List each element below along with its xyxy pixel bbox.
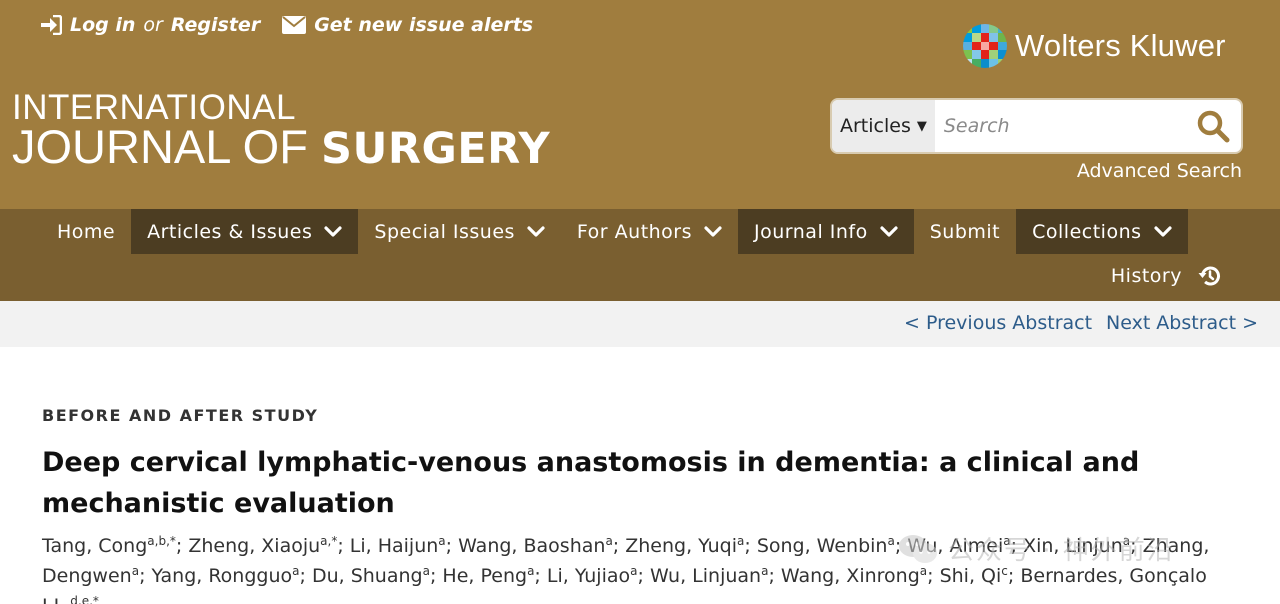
author-name[interactable]: Yang, Rongguo <box>152 565 293 587</box>
site-header: Log in or Register Get new issue alerts … <box>0 0 1280 209</box>
author-affiliation-marker: a <box>1122 534 1131 548</box>
history-icon <box>1198 266 1220 286</box>
search-input[interactable] <box>934 100 1185 152</box>
nav-item-collections[interactable]: Collections <box>1016 209 1188 254</box>
nav-item-label: Submit <box>929 220 1001 243</box>
author-affiliation-marker: c <box>1001 564 1008 578</box>
author-affiliation-marker: a <box>292 564 300 578</box>
author-name[interactable]: Wu, Linjuan <box>650 565 761 587</box>
issue-alerts-label[interactable]: Get new issue alerts <box>314 14 533 36</box>
history-label: History <box>1110 265 1182 287</box>
article-type: BEFORE AND AFTER STUDY <box>42 406 319 425</box>
search-scope-select[interactable]: Articles ▼ <box>832 100 935 152</box>
nav-item-journal-info[interactable]: Journal Info <box>738 209 914 254</box>
journal-logo-light: JOURNAL OF <box>12 120 308 173</box>
or-label: or <box>143 14 163 36</box>
nav-item-label: Journal Info <box>754 220 868 243</box>
author-name[interactable]: Zheng, Xiaoju <box>188 535 320 557</box>
nav-item-home[interactable]: Home <box>41 209 131 254</box>
author-name[interactable]: Zheng, Yuqi <box>625 535 737 557</box>
login-icon <box>41 15 62 35</box>
author-affiliation-marker: d,e,* <box>70 594 99 604</box>
history-link[interactable]: History <box>1111 264 1222 288</box>
author-name[interactable]: Li, Yujiao <box>547 565 630 587</box>
search-icon <box>1197 110 1230 143</box>
search-button[interactable] <box>1185 100 1241 152</box>
nav-item-label: Home <box>57 220 116 243</box>
nav-item-label: For Authors <box>576 220 693 243</box>
journal-logo-line2: JOURNAL OF SURGERY <box>12 123 550 171</box>
nav-item-for-authors[interactable]: For Authors <box>561 209 738 254</box>
main-nav: Home Articles & Issues Special Issues For A… <box>0 209 1280 301</box>
author-name[interactable]: Wang, Xinrong <box>781 565 920 587</box>
author-name[interactable]: Wu, Aimei <box>907 535 1003 557</box>
chevron-down-icon <box>880 225 898 237</box>
author-affiliation-marker: a <box>422 564 430 578</box>
nav-item-special-issues[interactable]: Special Issues <box>358 209 561 254</box>
publisher-name: Wolters Kluwer <box>1015 28 1226 63</box>
author-name[interactable]: Shi, Qi <box>940 565 1002 587</box>
journal-logo-bold: SURGERY <box>321 124 551 174</box>
chevron-down-icon <box>324 225 342 237</box>
account-links: Log in or Register Get new issue alerts <box>40 14 533 36</box>
abstract-pager: < Previous Abstract Next Abstract > <box>0 301 1280 347</box>
author-affiliation-marker: a <box>761 564 769 578</box>
wolters-kluwer-mark-icon <box>963 24 1007 68</box>
next-abstract-link[interactable]: Next Abstract > <box>1106 312 1258 334</box>
author-affiliation-marker: a <box>438 534 446 548</box>
nav-menu: Home Articles & Issues Special Issues For A… <box>41 209 1188 254</box>
caret-down-icon: ▼ <box>916 118 927 134</box>
nav-item-articles-issues[interactable]: Articles & Issues <box>131 209 359 254</box>
author-affiliation-marker: a <box>605 534 613 548</box>
nav-item-label: Collections <box>1032 220 1142 243</box>
previous-abstract-link[interactable]: < Previous Abstract <box>904 312 1092 334</box>
journal-logo[interactable]: INTERNATIONAL JOURNAL OF SURGERY <box>12 90 550 171</box>
chevron-down-icon <box>527 225 545 237</box>
author-name[interactable]: Tang, Cong <box>42 535 147 557</box>
issue-alerts-link[interactable]: Get new issue alerts <box>282 14 533 36</box>
login-register-link[interactable]: Log in or Register <box>40 14 260 36</box>
envelope-icon <box>282 16 307 34</box>
author-affiliation-marker: a <box>630 564 638 578</box>
author-affiliation-marker: a <box>1003 534 1011 548</box>
author-name[interactable]: Song, Wenbin <box>757 535 888 557</box>
chevron-down-icon <box>704 225 722 237</box>
author-affiliation-marker: a <box>887 534 895 548</box>
publisher-logo[interactable]: Wolters Kluwer <box>963 24 1226 68</box>
author-name[interactable]: Du, Shuang <box>312 565 423 587</box>
article-title: Deep cervical lymphatic-venous anastomos… <box>42 447 1140 519</box>
register-label[interactable]: Register <box>171 14 260 36</box>
search-scope-value: Articles <box>840 115 911 137</box>
author-name[interactable]: Li, Haijun <box>350 535 439 557</box>
advanced-search-link[interactable]: Advanced Search <box>1077 160 1242 182</box>
nav-item-submit[interactable]: Submit <box>914 209 1016 254</box>
author-affiliation-marker: a,b,* <box>147 534 176 548</box>
author-affiliation-marker: a <box>527 564 535 578</box>
author-name[interactable]: Wang, Baoshan <box>458 535 605 557</box>
author-affiliation-marker: a,* <box>320 534 338 548</box>
author-affiliation-marker: a <box>919 564 928 578</box>
nav-item-label: Special Issues <box>374 220 515 243</box>
chevron-down-icon <box>1153 225 1172 237</box>
author-list: Tang, Conga,b,*; Zheng, Xiaojua,*; Li, H… <box>42 531 1252 604</box>
author-affiliation-marker: a <box>737 534 745 548</box>
author-name[interactable]: Xin, Linjun <box>1023 535 1123 557</box>
login-label[interactable]: Log in <box>70 14 135 36</box>
search-bar: Articles ▼ <box>830 98 1243 154</box>
author-name[interactable]: He, Peng <box>442 565 527 587</box>
author-affiliation-marker: a <box>131 564 140 578</box>
nav-item-label: Articles & Issues <box>147 220 313 243</box>
